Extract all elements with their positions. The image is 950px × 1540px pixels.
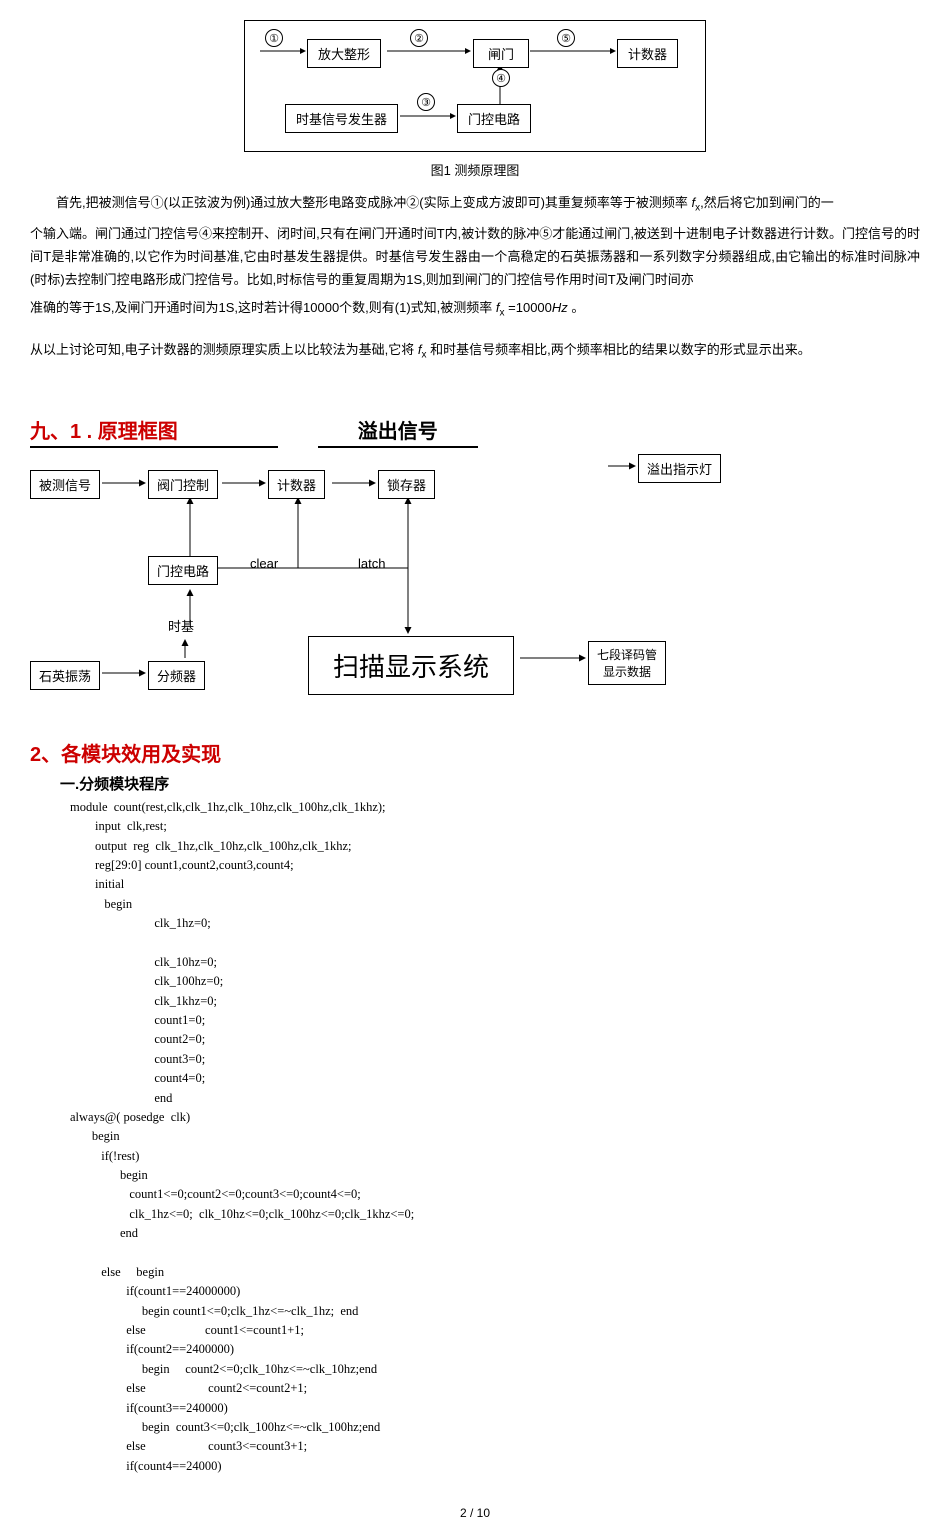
amp-box: 放大整形 (307, 39, 381, 68)
divider-box: 分频器 (148, 661, 205, 690)
page-number: 2 / 10 (30, 1506, 920, 1520)
section-9-header: 九、1 . 原理框图 (30, 415, 278, 448)
measured-signal-box: 被测信号 (30, 470, 100, 499)
paragraph-2: 个输入端。闸门通过门控信号④来控制开、闭时间,只有在闸门开通时间T内,被计数的脉… (30, 222, 920, 292)
crystal-box: 石英振荡 (30, 661, 100, 690)
overflow-led-box: 溢出指示灯 (638, 454, 721, 483)
circled-5: ⑤ (557, 29, 575, 47)
timebase-box: 时基信号发生器 (285, 104, 398, 133)
figure-1-diagram: ① 放大整形 ② 闸门 ⑤ 计数器 ④ ③ 时基信号发生器 门控电路 (244, 20, 706, 152)
gate-control-box: 阀门控制 (148, 470, 218, 499)
latch-label: latch (358, 556, 385, 571)
verilog-code-block: module count(rest,clk,clk_1hz,clk_10hz,c… (70, 798, 920, 1476)
gatectrl-box: 门控电路 (457, 104, 531, 133)
circled-1: ① (265, 29, 283, 47)
gate-box: 闸门 (473, 39, 529, 68)
circled-4: ④ (492, 69, 510, 87)
circled-2: ② (410, 29, 428, 47)
block-diagram-2: 被测信号 阀门控制 计数器 锁存器 溢出指示灯 门控电路 clear latch… (30, 458, 730, 718)
gate-circuit-box: 门控电路 (148, 556, 218, 585)
section-2-header: 2、各模块效用及实现 (30, 738, 920, 767)
circled-3: ③ (417, 93, 435, 111)
paragraph-3: 准确的等于1S,及闸门开通时间为1S,这时若计得10000个数,则有(1)式知,… (30, 296, 920, 323)
freq-divider-sub-header: 一.分频模块程序 (60, 773, 920, 794)
clear-label: clear (250, 556, 278, 571)
figure-1-caption: 图1 测频原理图 (30, 160, 920, 179)
overflow-signal-header: 溢出信号 (318, 415, 478, 448)
decoder-box: 七段译码管 显示数据 (588, 641, 666, 685)
paragraph-1: 首先,把被测信号①(以正弦波为例)通过放大整形电路变成脉冲②(实际上变成方波即可… (30, 191, 920, 218)
latch-box: 锁存器 (378, 470, 435, 499)
paragraph-4: 从以上讨论可知,电子计数器的测频原理实质上以比较法为基础,它将 fx 和时基信号… (30, 338, 920, 365)
timebase-label: 时基 (168, 616, 194, 635)
scan-display-box: 扫描显示系统 (308, 636, 514, 695)
counter-box: 计数器 (617, 39, 678, 68)
counter-box-2: 计数器 (268, 470, 325, 499)
